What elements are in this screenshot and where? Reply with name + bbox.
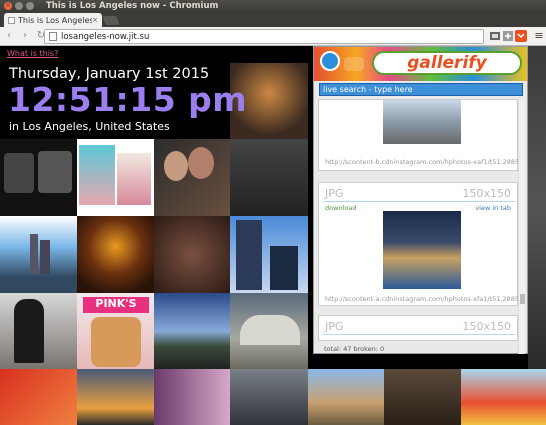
address-bar[interactable]: losangeles-now.jit.su — [44, 29, 484, 44]
decorative-shape-icon — [344, 57, 364, 71]
tab-active[interactable]: This is Los Angeles n × — [4, 13, 102, 27]
tab-strip: This is Los Angeles n × — [0, 12, 546, 27]
pinks-sign-image: PINK'S — [83, 297, 149, 313]
photo-tile[interactable] — [461, 369, 546, 425]
photo-tile[interactable] — [230, 216, 308, 293]
image-url: http://scontent-b.cdninstagram.com/hphot… — [325, 158, 526, 166]
extension-icon[interactable] — [502, 30, 514, 42]
photo-tile[interactable] — [528, 46, 546, 369]
address-url: losangeles-now.jit.su — [61, 31, 150, 42]
back-button[interactable]: ‹ — [2, 29, 16, 43]
gallerify-search-input[interactable]: live search - type here — [319, 83, 523, 96]
image-type: JPG — [325, 320, 344, 333]
photo-tile[interactable]: PINK'S — [77, 293, 154, 369]
photo-tile[interactable] — [77, 139, 154, 216]
decorative-circle-icon — [320, 51, 340, 71]
window-titlebar: × This is Los Angeles now - Chromium — [0, 0, 546, 12]
current-location: in Los Angeles, United States — [9, 120, 170, 133]
download-link[interactable]: download — [325, 204, 356, 212]
new-tab-button[interactable] — [102, 16, 120, 25]
photo-tile[interactable] — [77, 216, 154, 293]
divider — [323, 201, 515, 202]
photo-tile[interactable] — [154, 216, 230, 293]
image-type: JPG — [325, 187, 344, 200]
window-close-button[interactable]: × — [4, 2, 12, 10]
forward-button[interactable]: › — [18, 29, 32, 43]
window-title: This is Los Angeles now - Chromium — [46, 1, 219, 11]
photo-tile[interactable] — [230, 369, 308, 425]
tab-close-icon[interactable]: × — [92, 16, 98, 24]
page-favicon-icon — [8, 16, 15, 24]
photo-tile[interactable] — [230, 139, 308, 216]
gallerify-status: total: 47 broken: 0 — [324, 345, 385, 353]
photo-tile[interactable] — [154, 139, 230, 216]
scrollbar-thumb[interactable] — [520, 294, 525, 304]
current-time: 12:51:15 pm — [8, 80, 248, 119]
tab-label: This is Los Angeles n — [18, 15, 93, 25]
gallerify-banner: gallerify — [314, 47, 527, 81]
photo-tile[interactable] — [0, 293, 77, 369]
photo-tile[interactable] — [154, 293, 230, 369]
gallerify-scrollbar[interactable] — [518, 99, 525, 354]
image-card: JPG 150x150 download view in tab http://… — [318, 182, 525, 306]
menu-icon[interactable]: ≡ — [532, 29, 546, 43]
image-thumbnail[interactable] — [383, 211, 461, 289]
window-minimize-button[interactable] — [15, 2, 23, 10]
image-card: http://scontent-b.cdninstagram.com/hphot… — [318, 99, 525, 171]
photo-tile[interactable] — [0, 369, 77, 425]
gallerify-logo-box: gallerify — [372, 51, 522, 75]
window-maximize-button[interactable] — [26, 2, 34, 10]
page-content: PINK'S What is this? Thursday, January 1… — [0, 46, 546, 425]
photo-tile[interactable] — [384, 369, 461, 425]
image-url: http://scontent-a.cdninstagram.com/hphot… — [325, 295, 526, 303]
gallerify-logo: gallerify — [407, 53, 487, 73]
extension-icon[interactable] — [489, 30, 501, 42]
photo-tile[interactable] — [0, 139, 77, 216]
image-dimensions: 150x150 — [462, 187, 511, 200]
gallerify-extension-icon[interactable] — [515, 30, 527, 42]
photo-tile[interactable] — [308, 369, 384, 425]
browser-toolbar: ‹ › ↻ losangeles-now.jit.su ≡ — [0, 27, 546, 46]
image-dimensions: 150x150 — [462, 320, 511, 333]
photo-tile[interactable] — [77, 369, 154, 425]
gallerify-panel: gallerify live search - type here http:/… — [313, 46, 528, 354]
divider — [323, 334, 515, 335]
page-icon — [49, 32, 57, 41]
photo-tile[interactable] — [154, 369, 230, 425]
view-in-tab-link[interactable]: view in tab — [475, 204, 511, 212]
image-card: JPG 150x150 — [318, 315, 518, 341]
photo-tile[interactable] — [0, 216, 77, 293]
what-is-this-link[interactable]: What is this? — [7, 49, 58, 58]
photo-tile[interactable] — [230, 293, 308, 369]
image-thumbnail[interactable] — [383, 100, 461, 144]
